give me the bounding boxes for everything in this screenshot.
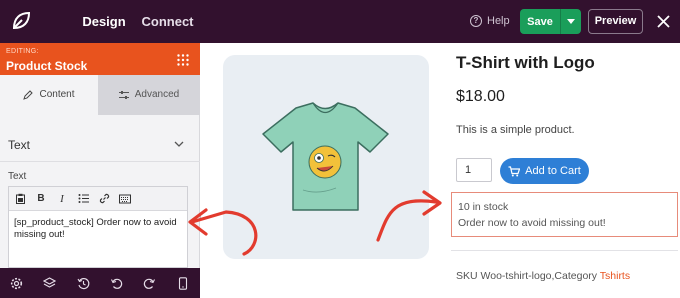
caret-down-icon[interactable] xyxy=(561,19,581,24)
product-title: T-Shirt with Logo xyxy=(456,53,595,72)
text-field-label: Text xyxy=(8,171,27,182)
product-price: $18.00 xyxy=(456,88,505,105)
cart-icon xyxy=(508,165,521,176)
sliders-icon xyxy=(118,91,129,99)
panel-title: Product Stock xyxy=(6,59,88,73)
tab-content-label: Content xyxy=(39,89,75,100)
save-label: Save xyxy=(527,15,553,28)
product-meta-divider xyxy=(451,250,678,251)
category-link[interactable]: Tshirts xyxy=(600,270,630,282)
settings-panel: EDITING: Product Stock Content Advanced … xyxy=(0,43,206,268)
editor-content[interactable]: [sp_product_stock] Order now to avoid mi… xyxy=(14,217,184,241)
redo-icon[interactable] xyxy=(143,276,157,290)
tshirt-image xyxy=(262,102,389,211)
product-description: This is a simple product. xyxy=(456,124,575,136)
link-icon[interactable] xyxy=(98,193,110,205)
question-icon: ? xyxy=(470,15,482,27)
seedprod-builder: Design Connect ? Help Save Preview EDITI… xyxy=(0,0,680,298)
tab-advanced-label: Advanced xyxy=(134,89,180,100)
bold-icon[interactable]: B xyxy=(35,193,47,205)
top-bar: Design Connect ? Help Save Preview xyxy=(0,0,680,43)
seedprod-logo-icon[interactable] xyxy=(10,10,32,32)
tab-content[interactable]: Content xyxy=(0,75,98,115)
grid-icon[interactable] xyxy=(177,54,189,66)
undo-icon[interactable] xyxy=(110,276,124,290)
product-meta: SKU Woo-tshirt-logo,Category Tshirts xyxy=(456,270,630,282)
paste-icon[interactable] xyxy=(14,193,26,205)
bottom-toolbar xyxy=(0,268,200,298)
italic-icon[interactable]: I xyxy=(56,193,68,205)
product-image xyxy=(223,55,429,259)
section-divider xyxy=(0,161,200,162)
history-icon[interactable] xyxy=(76,276,90,290)
section-title-text[interactable]: Text xyxy=(8,138,30,152)
mobile-icon[interactable] xyxy=(176,276,190,290)
keyboard-icon[interactable] xyxy=(119,193,131,205)
panel-tabs: Content Advanced xyxy=(0,75,200,115)
stock-count: 10 in stock xyxy=(458,201,509,213)
tab-advanced[interactable]: Advanced xyxy=(98,75,200,115)
sku-text: SKU Woo-tshirt-logo,Category xyxy=(456,270,600,282)
help-button[interactable]: ? Help xyxy=(470,12,510,30)
add-to-cart-button[interactable]: Add to Cart xyxy=(500,158,589,184)
panel-header: EDITING: Product Stock xyxy=(0,43,200,75)
layers-icon[interactable] xyxy=(43,276,57,290)
preview-button[interactable]: Preview xyxy=(588,9,643,34)
stock-message: Order now to avoid missing out! xyxy=(458,217,606,229)
gear-icon[interactable] xyxy=(10,276,24,290)
help-label: Help xyxy=(487,15,510,27)
preview-canvas: T-Shirt with Logo $18.00 This is a simpl… xyxy=(201,43,680,298)
pencil-icon xyxy=(23,90,34,100)
list-icon[interactable] xyxy=(77,193,89,205)
close-icon[interactable] xyxy=(655,13,672,30)
editor-toolbar: B I xyxy=(9,187,187,211)
editing-label: EDITING: xyxy=(6,48,39,55)
add-to-cart-label: Add to Cart xyxy=(525,165,581,177)
save-button[interactable]: Save xyxy=(520,9,581,34)
quantity-input[interactable]: 1 xyxy=(456,158,492,182)
text-editor[interactable]: B I [sp_product_stock] Order now to avoi… xyxy=(8,186,188,268)
tab-connect[interactable]: Connect xyxy=(120,0,215,43)
product-stock-box[interactable]: 10 in stock Order now to avoid missing o… xyxy=(451,192,678,237)
chevron-down-icon[interactable] xyxy=(174,139,184,149)
